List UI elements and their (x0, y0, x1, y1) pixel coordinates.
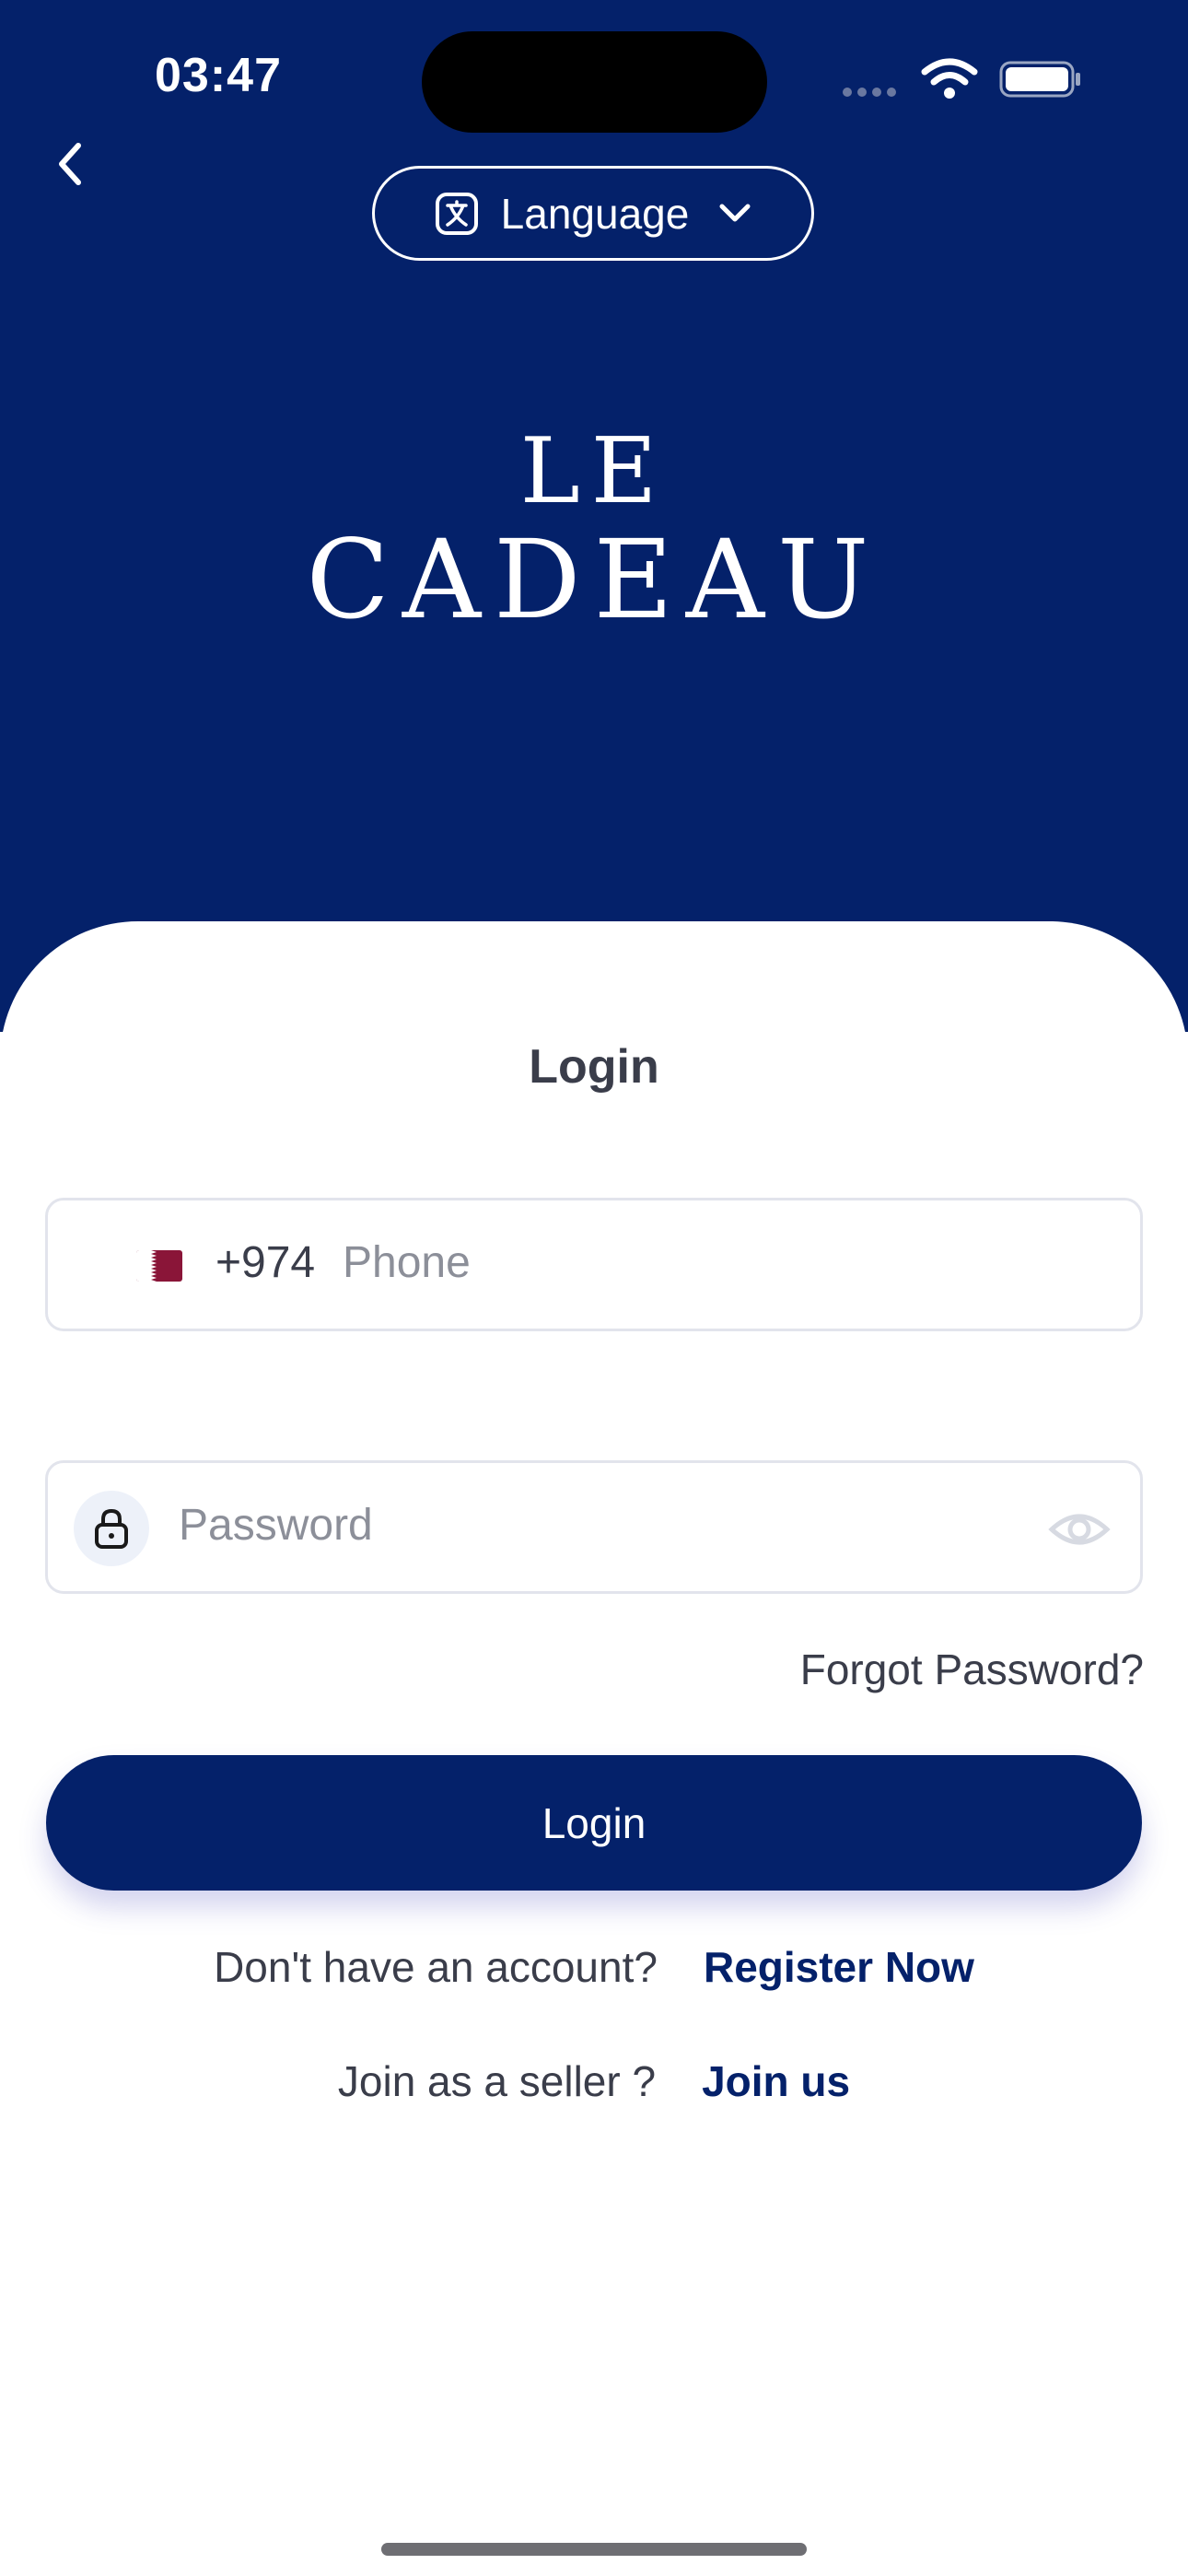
logo-line-1: LE (519, 419, 669, 524)
phone-field[interactable]: +974 Phone (45, 1198, 1143, 1331)
country-code[interactable]: +974 (215, 1237, 315, 1288)
translate-icon (435, 192, 478, 235)
seller-text: Join as a seller ? (337, 2057, 657, 2105)
forgot-password-link[interactable]: Forgot Password? (800, 1645, 1144, 1694)
wifi-icon (921, 58, 978, 99)
register-now-link[interactable]: Register Now (704, 1943, 974, 1991)
battery-icon (999, 61, 1080, 98)
logo-line-2: CADEAU (306, 516, 882, 643)
language-label: Language (500, 189, 690, 238)
eye-icon[interactable] (1047, 1502, 1112, 1557)
password-field[interactable]: Password (45, 1460, 1143, 1594)
seller-row: Join as a seller ? Join us (0, 2056, 1188, 2106)
status-time: 03:47 (155, 49, 282, 102)
page-title: Login (529, 1040, 659, 1094)
lock-icon-wrapper (74, 1491, 149, 1566)
chevron-down-icon (719, 204, 751, 221)
join-us-link[interactable]: Join us (702, 2057, 850, 2105)
home-indicator[interactable] (381, 2543, 807, 2556)
login-card (0, 921, 1188, 2576)
password-input[interactable]: Password (179, 1500, 373, 1551)
phone-input[interactable]: Phone (343, 1237, 471, 1288)
signal-icon (843, 85, 902, 101)
chevron-left-icon (59, 143, 81, 185)
header-banner: 03:47 Language LE CADEAU (0, 0, 1188, 1032)
dynamic-island (422, 31, 767, 133)
language-selector[interactable]: Language (372, 166, 814, 261)
register-row: Don't have an account? Register Now (0, 1942, 1188, 1992)
back-button[interactable] (42, 136, 98, 192)
lock-icon (95, 1508, 128, 1549)
qatar-flag-icon (136, 1250, 182, 1282)
login-button[interactable]: Login (46, 1755, 1142, 1891)
no-account-text: Don't have an account? (214, 1943, 658, 1991)
